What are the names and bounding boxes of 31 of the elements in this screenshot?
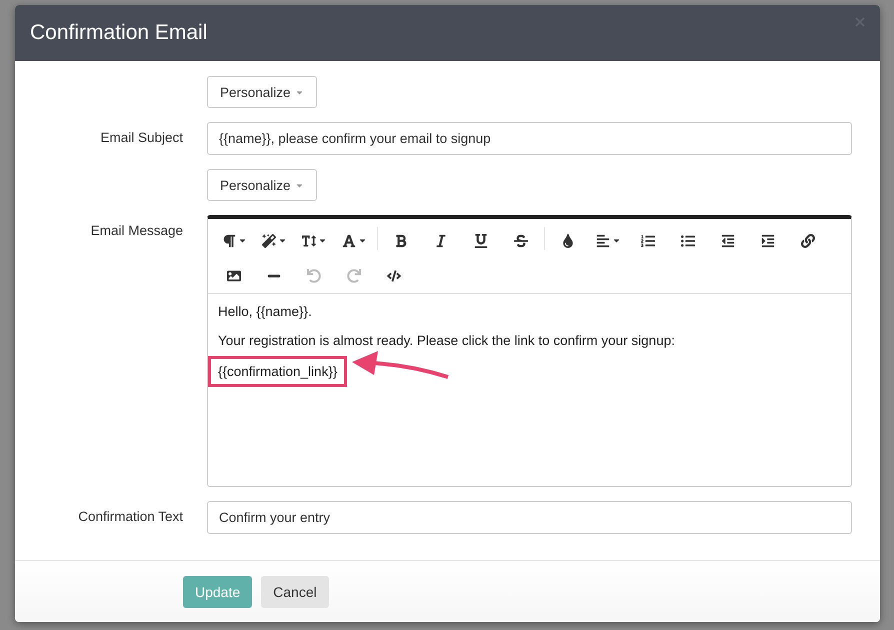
bullet-list-icon bbox=[681, 234, 695, 248]
redo-icon bbox=[347, 268, 361, 282]
indent-icon bbox=[761, 234, 775, 248]
strikethrough-icon bbox=[514, 234, 528, 248]
outdent-icon bbox=[721, 234, 735, 248]
align-left-icon bbox=[596, 234, 610, 248]
editor-paragraph: Your registration is almost ready. Please click the link to confirm your signup: bbox=[218, 333, 675, 348]
text-size-icon bbox=[302, 234, 316, 248]
magic-wand-icon bbox=[262, 234, 276, 248]
field-label: Email Subject bbox=[99, 129, 183, 147]
field-label: Confirmation Text bbox=[77, 508, 183, 526]
editor-content[interactable]: Hello, {{name}}. Your registration is almost ready. Please click the link to confirm your signup: {{confirmation_link}} bbox=[208, 294, 851, 486]
editor-paragraph: Hello, {{name}}. bbox=[218, 304, 312, 319]
underline-icon bbox=[474, 234, 488, 248]
image-icon bbox=[227, 268, 241, 282]
undo-icon bbox=[307, 268, 321, 282]
code-icon bbox=[387, 268, 401, 282]
personalize-dropdown[interactable]: Personalize bbox=[207, 169, 317, 201]
field-label: Email Message bbox=[90, 222, 183, 240]
droplet-icon bbox=[561, 234, 575, 248]
numbered-list-icon bbox=[641, 234, 655, 248]
subject-field[interactable]: {{name}}, please confirm your email to signup bbox=[207, 122, 852, 155]
paragraph-icon bbox=[222, 234, 236, 248]
personalize-dropdown[interactable]: Personalize bbox=[207, 76, 317, 108]
link-icon bbox=[801, 234, 815, 248]
confirmation-text-field[interactable]: Confirm your entry bbox=[207, 501, 852, 534]
bold-icon bbox=[394, 234, 408, 248]
italic-icon bbox=[434, 234, 448, 248]
cancel-button[interactable]: Cancel bbox=[261, 576, 329, 608]
dialog-title: Confirmation Email bbox=[30, 21, 208, 45]
font-icon bbox=[342, 234, 356, 248]
